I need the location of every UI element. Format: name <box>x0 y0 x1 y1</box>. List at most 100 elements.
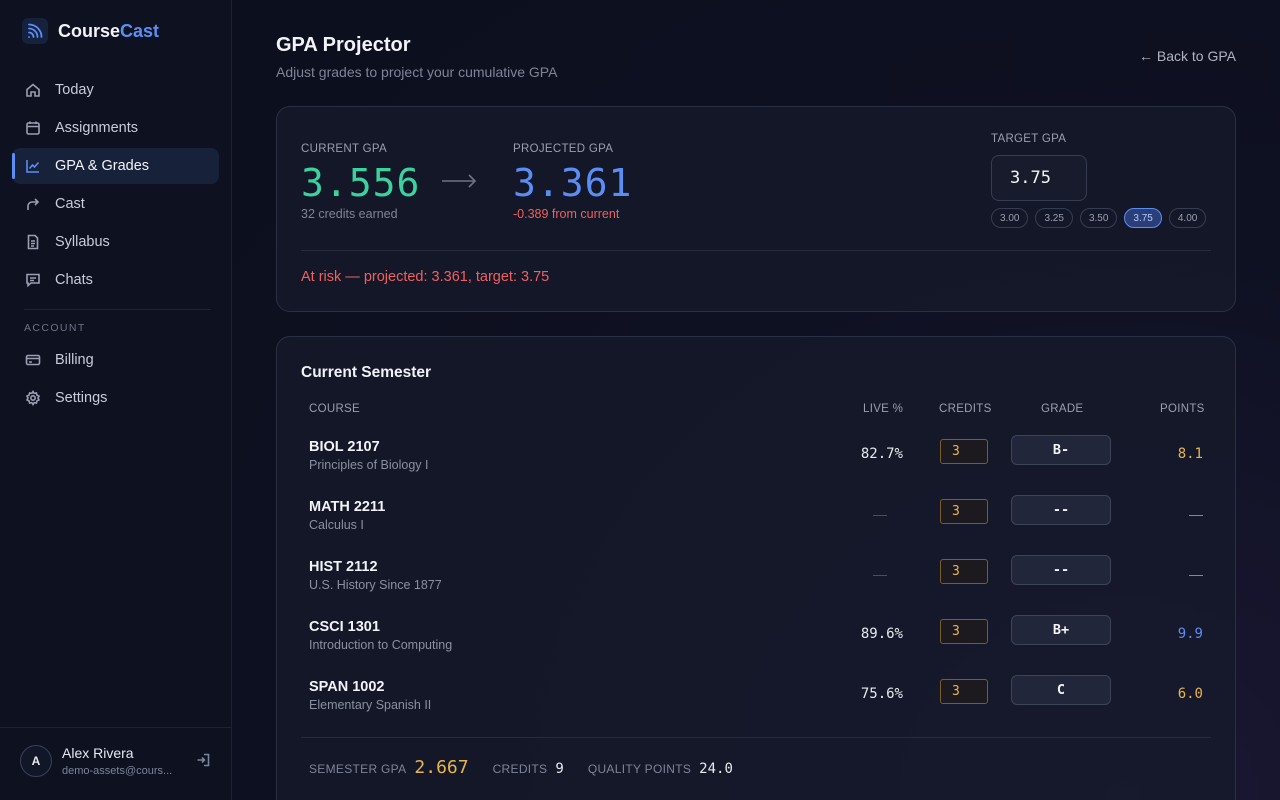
course-code: BIOL 2107 <box>309 439 380 455</box>
calendar-icon <box>26 121 40 135</box>
user-profile: A Alex Rivera demo-assets@cours... <box>0 727 231 800</box>
risk-message: At risk — projected: 3.361, target: 3.75 <box>301 269 550 285</box>
sidebar-item-gpa-grades[interactable]: GPA & Grades <box>12 148 219 184</box>
live-percent: 75.6% <box>860 686 903 702</box>
document-icon <box>27 234 39 250</box>
share-icon <box>27 198 40 210</box>
points-value: 9.9 <box>1177 626 1203 642</box>
points-value: — <box>1189 506 1203 522</box>
target-gpa-presets: 3.00 3.25 3.50 3.75 4.00 <box>991 208 1207 228</box>
logout-button[interactable] <box>196 753 210 767</box>
target-gpa-input[interactable] <box>991 155 1087 201</box>
credits-input[interactable]: 3 <box>940 679 988 704</box>
sidebar-item-label: Assignments <box>55 120 139 136</box>
points-value: — <box>1189 566 1203 582</box>
target-preset-3-00[interactable]: 3.00 <box>991 208 1029 228</box>
credits-input[interactable]: 3 <box>940 499 988 524</box>
credits-input[interactable]: 3 <box>940 559 988 584</box>
quality-points-value: 24.0 <box>699 761 733 777</box>
semester-card: Current Semester COURSE LIVE % CREDITS G… <box>276 336 1236 800</box>
quality-points-label: QUALITY POINTS <box>587 762 692 776</box>
gear-icon <box>25 390 41 406</box>
sidebar-item-label: Cast <box>55 196 85 212</box>
sidebar-item-cast[interactable]: Cast <box>12 186 219 222</box>
sidebar-item-syllabus[interactable]: Syllabus <box>12 224 219 260</box>
broadcast-logo-icon <box>22 18 48 44</box>
grade-select[interactable]: -- <box>1011 555 1111 585</box>
target-preset-3-25[interactable]: 3.25 <box>1035 208 1073 228</box>
target-gpa: TARGET GPA 3.00 3.25 3.50 3.75 4.00 <box>991 133 1207 228</box>
credits-earned-note: 32 credits earned <box>301 207 398 221</box>
target-preset-4-00[interactable]: 4.00 <box>1168 208 1207 228</box>
back-to-gpa-link[interactable]: ← Back to GPA <box>1139 48 1236 64</box>
gpa-summary-card: CURRENT GPA 3.556 32 credits earned PROJ… <box>276 106 1236 312</box>
table-row: CSCI 1301 Introduction to Computing 89.6… <box>277 615 1235 677</box>
user-email: demo-assets@cours... <box>62 765 173 777</box>
points-value: 6.0 <box>1177 686 1203 702</box>
avatar[interactable]: A <box>20 745 52 777</box>
column-header-points: POINTS <box>1160 403 1205 415</box>
course-name: U.S. History Since 1877 <box>309 578 442 592</box>
sidebar-item-billing[interactable]: Billing <box>12 342 219 378</box>
sidebar-item-chats[interactable]: Chats <box>12 262 219 298</box>
target-gpa-label: TARGET GPA <box>991 133 1067 145</box>
grade-select[interactable]: C <box>1011 675 1111 705</box>
course-name: Calculus I <box>309 518 364 532</box>
main-content: GPA Projector Adjust grades to project y… <box>232 0 1280 800</box>
credits-input[interactable]: 3 <box>940 439 988 464</box>
sidebar-item-label: Chats <box>55 272 93 288</box>
grade-select[interactable]: B+ <box>1011 615 1111 645</box>
column-header-course: COURSE <box>309 403 361 415</box>
logout-icon <box>197 753 210 767</box>
column-header-credits: CREDITS <box>939 403 992 415</box>
brand-name: CourseCast <box>58 20 160 41</box>
live-percent: — <box>873 506 887 522</box>
course-code: CSCI 1301 <box>309 619 380 635</box>
credits-input[interactable]: 3 <box>940 619 988 644</box>
course-name: Principles of Biology I <box>309 458 429 472</box>
sidebar-item-label: GPA & Grades <box>55 158 150 174</box>
chat-icon <box>26 273 40 288</box>
live-percent: 89.6% <box>860 626 903 642</box>
sidebar-item-label: Billing <box>55 352 94 368</box>
home-icon <box>26 83 40 97</box>
projected-gpa: PROJECTED GPA 3.361 -0.389 from current <box>513 143 632 221</box>
current-gpa: CURRENT GPA 3.556 32 credits earned <box>301 143 420 221</box>
semester-credits-value: 9 <box>555 761 564 777</box>
column-header-grade: GRADE <box>1041 403 1084 415</box>
sidebar-item-today[interactable]: Today <box>12 72 219 108</box>
grade-select[interactable]: B- <box>1011 435 1111 465</box>
live-percent: 82.7% <box>860 446 903 462</box>
sidebar-item-assignments[interactable]: Assignments <box>12 110 219 146</box>
column-header-live: LIVE % <box>863 403 904 415</box>
table-row: HIST 2112 U.S. History Since 1877 — 3 --… <box>277 555 1235 617</box>
current-gpa-value: 3.556 <box>301 161 421 205</box>
arrow-right-icon <box>441 173 477 189</box>
sidebar-item-label: Syllabus <box>55 234 110 250</box>
table-row: BIOL 2107 Principles of Biology I 82.7% … <box>277 435 1235 497</box>
card-divider <box>301 250 1211 251</box>
course-code: SPAN 1002 <box>309 679 385 695</box>
semester-gpa-value: 2.667 <box>414 757 469 778</box>
page-subtitle: Adjust grades to project your cumulative… <box>276 64 558 80</box>
sidebar-nav: Today Assignments GPA & Grades Cast Syll… <box>12 72 219 418</box>
course-name: Elementary Spanish II <box>309 698 432 712</box>
course-name: Introduction to Computing <box>309 638 453 652</box>
table-row: MATH 2211 Calculus I — 3 -- — <box>277 495 1235 557</box>
points-value: 8.1 <box>1177 446 1203 462</box>
target-preset-3-50[interactable]: 3.50 <box>1079 208 1118 228</box>
projected-gpa-label: PROJECTED GPA <box>513 143 614 155</box>
grade-select[interactable]: -- <box>1011 495 1111 525</box>
target-preset-3-75[interactable]: 3.75 <box>1124 208 1162 228</box>
course-code: HIST 2112 <box>309 559 378 575</box>
nav-section-account: ACCOUNT <box>24 322 86 334</box>
projected-gpa-value: 3.361 <box>513 161 633 205</box>
table-divider <box>301 737 1211 738</box>
user-name: Alex Rivera <box>62 745 134 761</box>
course-code: MATH 2211 <box>309 499 386 515</box>
brand[interactable]: CourseCast <box>22 18 159 44</box>
semester-gpa-label: SEMESTER GPA <box>309 762 407 776</box>
live-percent: — <box>873 566 887 582</box>
semester-credits-label: CREDITS <box>492 762 548 776</box>
sidebar-item-settings[interactable]: Settings <box>12 380 219 416</box>
